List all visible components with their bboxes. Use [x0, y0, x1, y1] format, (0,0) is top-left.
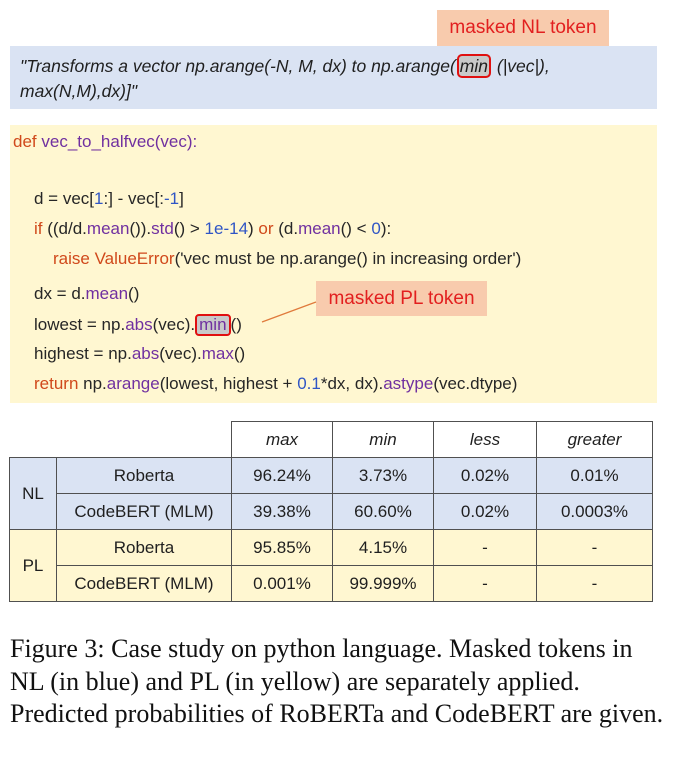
- code-method: mean: [86, 219, 130, 238]
- col-header-max: max: [231, 421, 333, 458]
- code-text: *dx, dx).: [320, 374, 384, 393]
- table-row: NL Roberta 96.24% 3.73% 0.02% 0.01%: [9, 457, 653, 530]
- table-row: CodeBERT (MLM) 39.38% 60.60% 0.02% 0.000…: [10, 493, 653, 530]
- code-text: lowest = np.: [34, 315, 126, 334]
- value-cell: -: [433, 529, 537, 566]
- code-method: mean: [85, 284, 129, 303]
- value-cell: 60.60%: [332, 493, 434, 530]
- code-text: ]: [179, 189, 184, 208]
- code-number: 0: [371, 219, 381, 238]
- code-text: (): [233, 344, 246, 363]
- code-keyword: raise: [53, 249, 90, 268]
- results-table: max min less greater NL Roberta 96.24% 3…: [9, 421, 653, 602]
- col-header-less: less: [433, 421, 537, 458]
- code-text: () >: [173, 219, 205, 238]
- code-exception: ValueError: [89, 249, 175, 268]
- nl-text-after: (|vec|),: [492, 56, 550, 76]
- value-cell: 96.24%: [231, 457, 333, 494]
- code-text: ): [248, 219, 259, 238]
- table-row: PL Roberta 95.85% 4.15% - -: [9, 529, 653, 602]
- code-text: np.: [78, 374, 107, 393]
- code-text: highest = np.: [34, 344, 132, 363]
- value-cell: 39.38%: [231, 493, 333, 530]
- code-keyword: def: [13, 132, 37, 151]
- figure-caption: Figure 3: Case study on python language.…: [10, 634, 664, 728]
- code-method: astype: [383, 374, 434, 393]
- value-cell: 0.02%: [433, 457, 537, 494]
- code-line-def: def vec_to_halfvec(vec):: [13, 131, 197, 153]
- code-method: arange: [106, 374, 160, 393]
- code-line-lowest: lowest = np.abs(vec). min(): [34, 314, 242, 336]
- code-text: ((d/d.: [42, 219, 87, 238]
- value-cell: -: [536, 565, 653, 602]
- code-line-return: return np.arange(lowest, highest + 0.1*d…: [34, 373, 517, 395]
- code-keyword: or: [258, 219, 274, 238]
- nl-docstring-box: "Transforms a vector np.arange(-N, M, dx…: [10, 46, 657, 109]
- value-cell: 99.999%: [332, 565, 434, 602]
- value-cell: 0.001%: [231, 565, 333, 602]
- code-text: (vec.dtype): [433, 374, 518, 393]
- value-cell: 4.15%: [332, 529, 434, 566]
- masked-nl-token-label: masked NL token: [437, 10, 609, 46]
- code-text: d = vec[: [34, 189, 95, 208]
- code-text: (lowest, highest +: [159, 374, 298, 393]
- value-cell: -: [536, 529, 653, 566]
- code-line-raise: raise ValueError('vec must be np.arange(…: [53, 248, 521, 270]
- table-corner: [9, 421, 232, 458]
- model-cell: CodeBERT (MLM): [56, 565, 232, 602]
- value-cell: 95.85%: [231, 529, 333, 566]
- code-text: ):: [380, 219, 392, 238]
- code-text: (): [230, 315, 242, 334]
- code-number: 0.1: [297, 374, 321, 393]
- code-method: max: [201, 344, 234, 363]
- value-cell: 0.01%: [536, 457, 653, 494]
- code-line-dx: dx = d.mean(): [34, 283, 139, 305]
- value-cell: 0.02%: [433, 493, 537, 530]
- group-label-pl: PL: [9, 529, 57, 602]
- code-text: ()).: [129, 219, 152, 238]
- model-cell: Roberta: [56, 529, 232, 566]
- nl-masked-token: min: [456, 54, 491, 78]
- value-cell: 0.0003%: [536, 493, 653, 530]
- code-method: abs: [125, 315, 153, 334]
- code-keyword: if: [34, 219, 43, 238]
- code-number: 1e-14: [204, 219, 249, 238]
- code-text: ('vec must be np.arange() in increasing …: [174, 249, 522, 268]
- code-line-if: if ((d/d.mean()).std() > 1e-14) or (d.me…: [34, 218, 391, 240]
- group-label-nl: NL: [9, 457, 57, 530]
- code-keyword: return: [34, 374, 79, 393]
- masked-pl-token-label: masked PL token: [316, 281, 487, 316]
- code-method: std: [151, 219, 174, 238]
- code-function-name: vec_to_halfvec(vec):: [36, 132, 198, 151]
- code-text: (): [128, 284, 140, 303]
- code-method: abs: [131, 344, 160, 363]
- pl-masked-token: min: [195, 314, 231, 336]
- code-text: () <: [340, 219, 372, 238]
- col-header-min: min: [332, 421, 434, 458]
- pl-code-box: def vec_to_halfvec(vec): d = vec[1:] - v…: [10, 125, 657, 403]
- code-text: (vec).: [152, 315, 196, 334]
- model-cell: CodeBERT (MLM): [56, 493, 232, 530]
- nl-line-2: max(N,M),dx)]": [20, 81, 138, 101]
- code-line-highest: highest = np.abs(vec).max(): [34, 343, 245, 365]
- table-header-row: max min less greater: [9, 421, 653, 458]
- code-text: dx = d.: [34, 284, 86, 303]
- col-header-greater: greater: [536, 421, 653, 458]
- code-text: :] - vec[:: [103, 189, 164, 208]
- table-row: CodeBERT (MLM) 0.001% 99.999% - -: [10, 565, 653, 602]
- model-cell: Roberta: [56, 457, 232, 494]
- value-cell: 3.73%: [332, 457, 434, 494]
- code-text: (d.: [273, 219, 299, 238]
- nl-line-1: "Transforms a vector np.arange(-N, M, dx…: [20, 54, 657, 79]
- code-line-d: d = vec[1:] - vec[:-1]: [34, 188, 184, 210]
- code-text: (vec).: [159, 344, 202, 363]
- value-cell: -: [433, 565, 537, 602]
- code-method: mean: [298, 219, 341, 238]
- code-number: -1: [163, 189, 180, 208]
- nl-text-before: "Transforms a vector np.arange(-N, M, dx…: [20, 56, 456, 76]
